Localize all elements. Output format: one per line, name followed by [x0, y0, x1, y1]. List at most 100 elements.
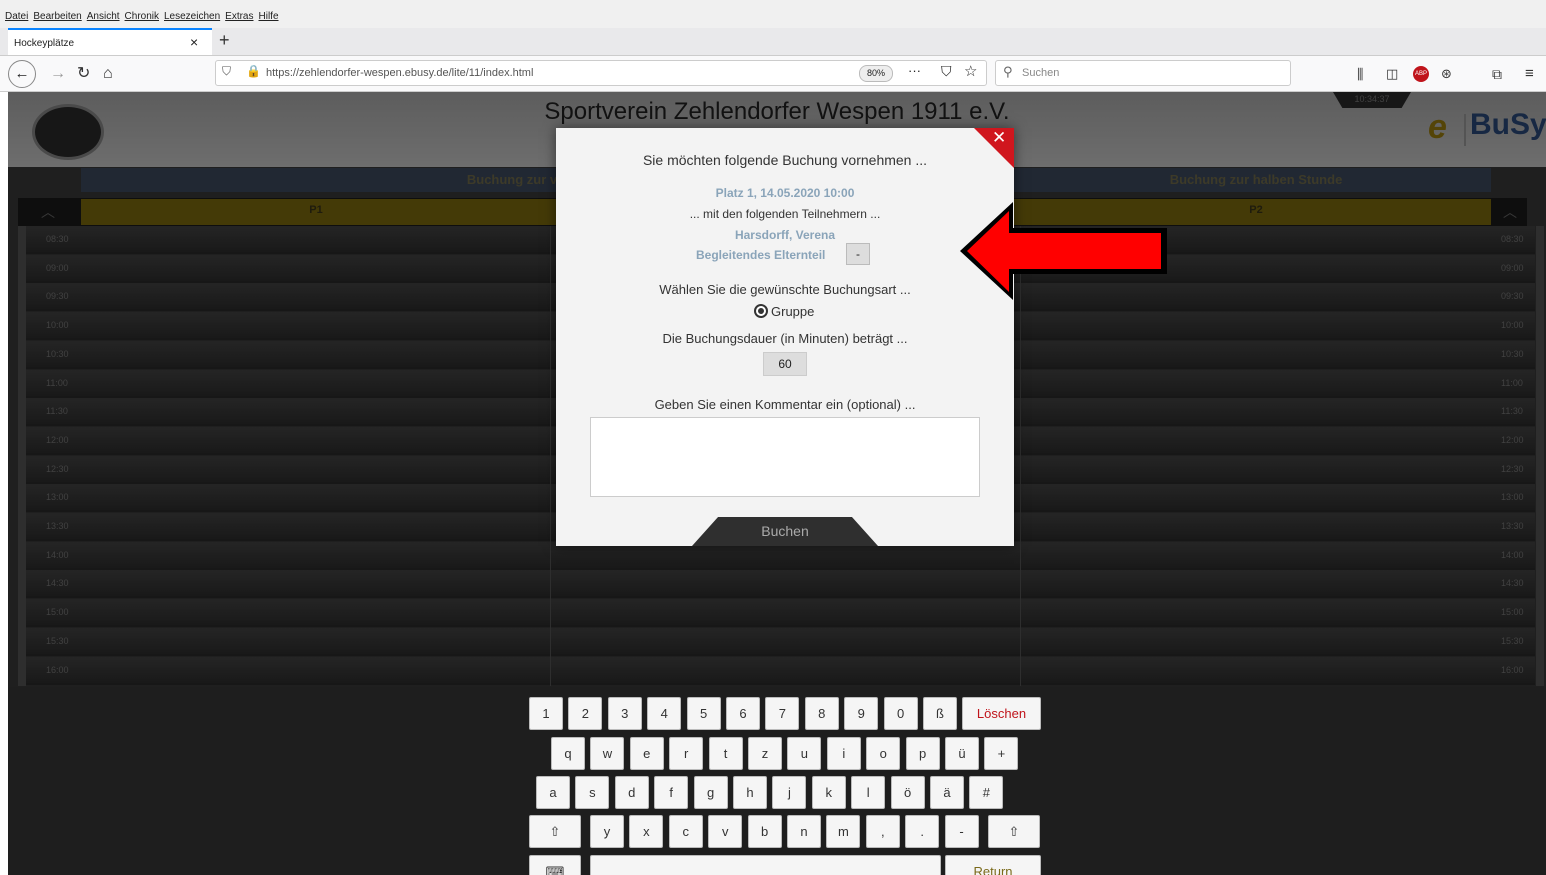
onscreen-keyboard: 1 2 3 4 5 6 7 8 9 0 ß Löschen q w e r t z u i o p ü + a s d f g h j k l ö… [8, 687, 1546, 875]
key[interactable]: 0 [883, 697, 918, 730]
close-icon[interactable]: ✕ [992, 128, 1006, 148]
duration-value[interactable]: 60 [763, 352, 807, 376]
key[interactable]: y [590, 815, 624, 848]
keyboard-keys: 1 2 3 4 5 6 7 8 9 0 ß Löschen q w e r t z u i o p ü + a s d f g h j k l ö… [8, 687, 1546, 875]
pocket-icon[interactable]: ⛉ [941, 63, 952, 80]
reload-icon[interactable]: ↻ [77, 56, 90, 92]
key[interactable]: ü [945, 737, 979, 770]
key[interactable]: j [772, 776, 807, 809]
library-icon[interactable]: ⫼ [1357, 56, 1363, 92]
radio-gruppe-label: Gruppe [771, 304, 815, 319]
key-shift[interactable]: ⇧ [529, 815, 581, 848]
menu-item[interactable]: Bearbeiten [33, 11, 81, 22]
sidebar-icon[interactable]: ◫ [1386, 56, 1398, 92]
key[interactable]: a [536, 776, 570, 809]
lock-icon: 🔒 [246, 64, 261, 78]
menu-bar: Datei Bearbeiten Ansicht Chronik Lesezeichen… [0, 0, 1546, 28]
key[interactable]: m [826, 815, 861, 848]
key[interactable]: f [654, 776, 689, 809]
key[interactable]: ö [890, 776, 925, 809]
search-input[interactable]: ⚲ Suchen [995, 60, 1291, 86]
new-tab-button[interactable]: + [219, 30, 230, 51]
key[interactable]: w [590, 737, 625, 770]
page-actions-icon[interactable]: ··· [908, 63, 921, 78]
menu-item[interactable]: Lesezeichen [164, 11, 220, 22]
companion-label: Begleitendes Elternteil [696, 248, 826, 262]
key[interactable]: t [708, 737, 743, 770]
key[interactable]: . [905, 815, 940, 848]
key[interactable]: 1 [529, 697, 563, 730]
key[interactable]: 5 [686, 697, 721, 730]
menu-item[interactable]: Chronik [125, 11, 159, 22]
menu-item[interactable]: Ansicht [87, 11, 120, 22]
key-return[interactable]: Return [945, 855, 1041, 875]
key-delete[interactable]: Löschen [962, 697, 1041, 730]
key[interactable]: l [851, 776, 886, 809]
key[interactable]: n [787, 815, 821, 848]
keyboard-toggle-icon[interactable]: ⌨ [529, 855, 581, 875]
key[interactable]: - [944, 815, 979, 848]
key[interactable]: k [811, 776, 846, 809]
key-shift[interactable]: ⇧ [988, 815, 1040, 848]
puzzle-icon[interactable]: ⧉ [1492, 56, 1502, 92]
menu-item[interactable]: Extras [225, 11, 253, 22]
key[interactable]: e [629, 737, 664, 770]
forward-icon[interactable]: → [50, 56, 66, 92]
key[interactable]: o [866, 737, 901, 770]
key[interactable]: + [984, 737, 1019, 770]
radio-dot [758, 308, 764, 314]
back-icon[interactable]: ← [8, 60, 36, 88]
companion-toggle-button[interactable]: - [846, 243, 870, 265]
key[interactable]: h [733, 776, 767, 809]
book-button[interactable]: Buchen [692, 517, 878, 546]
key[interactable]: b [747, 815, 782, 848]
tab-close-icon[interactable]: × [190, 34, 198, 50]
annotation-arrow [960, 202, 1167, 300]
bookmark-star-icon[interactable]: ☆ [964, 62, 977, 80]
dialog-heading: Sie möchten folgende Buchung vornehmen .… [642, 152, 928, 168]
hamburger-menu-icon[interactable]: ≡ [1525, 56, 1534, 92]
key[interactable]: z [748, 737, 782, 770]
tab-hockeyplaetze[interactable]: Hockeyplätze × [8, 28, 212, 55]
menu-item[interactable]: Hilfe [259, 11, 279, 22]
booking-slot: Platz 1, 14.05.2020 10:00 [715, 186, 855, 200]
extension-icon[interactable]: ⊛ [1441, 56, 1452, 92]
key[interactable]: g [693, 776, 728, 809]
key[interactable]: ß [923, 697, 957, 730]
key[interactable]: r [669, 737, 704, 770]
key[interactable]: i [826, 737, 861, 770]
booking-dialog: Sie möchten folgende Buchung vornehmen .… [556, 128, 1014, 546]
key[interactable]: c [668, 815, 703, 848]
search-icon: ⚲ [1003, 64, 1013, 79]
key[interactable]: d [614, 776, 649, 809]
key[interactable]: 9 [844, 697, 879, 730]
radio-gruppe[interactable] [754, 304, 768, 318]
key[interactable]: 3 [607, 697, 642, 730]
key[interactable]: 8 [804, 697, 839, 730]
comment-textarea[interactable] [590, 417, 980, 497]
key[interactable]: q [551, 737, 585, 770]
key-space[interactable] [590, 855, 941, 875]
key[interactable]: s [575, 776, 610, 809]
home-icon[interactable]: ⌂ [103, 56, 113, 92]
duration-label: Die Buchungsdauer (in Minuten) beträgt .… [662, 331, 908, 346]
key[interactable]: , [865, 815, 900, 848]
key[interactable]: 7 [765, 697, 800, 730]
key[interactable]: 4 [647, 697, 682, 730]
key[interactable]: ä [930, 776, 964, 809]
booking-type-label: Wählen Sie die gewünschte Buchungsart ..… [659, 282, 911, 297]
zoom-badge[interactable]: 80% [859, 65, 893, 82]
participant-name: Harsdorff, Verena [734, 228, 836, 242]
key[interactable]: u [787, 737, 822, 770]
key[interactable]: x [629, 815, 664, 848]
key[interactable]: 2 [568, 697, 603, 730]
tab-strip [0, 28, 1546, 56]
comment-label: Geben Sie einen Kommentar ein (optional)… [654, 397, 916, 412]
menu-item[interactable]: Datei [5, 11, 28, 22]
key[interactable]: 6 [726, 697, 760, 730]
key[interactable]: v [708, 815, 743, 848]
key[interactable]: p [905, 737, 940, 770]
adblock-icon[interactable]: ABP [1413, 66, 1429, 82]
url-bar[interactable]: ⛉ 🔒 https://zehlendorfer-wespen.ebusy.de… [215, 60, 987, 86]
key[interactable]: # [969, 776, 1004, 809]
